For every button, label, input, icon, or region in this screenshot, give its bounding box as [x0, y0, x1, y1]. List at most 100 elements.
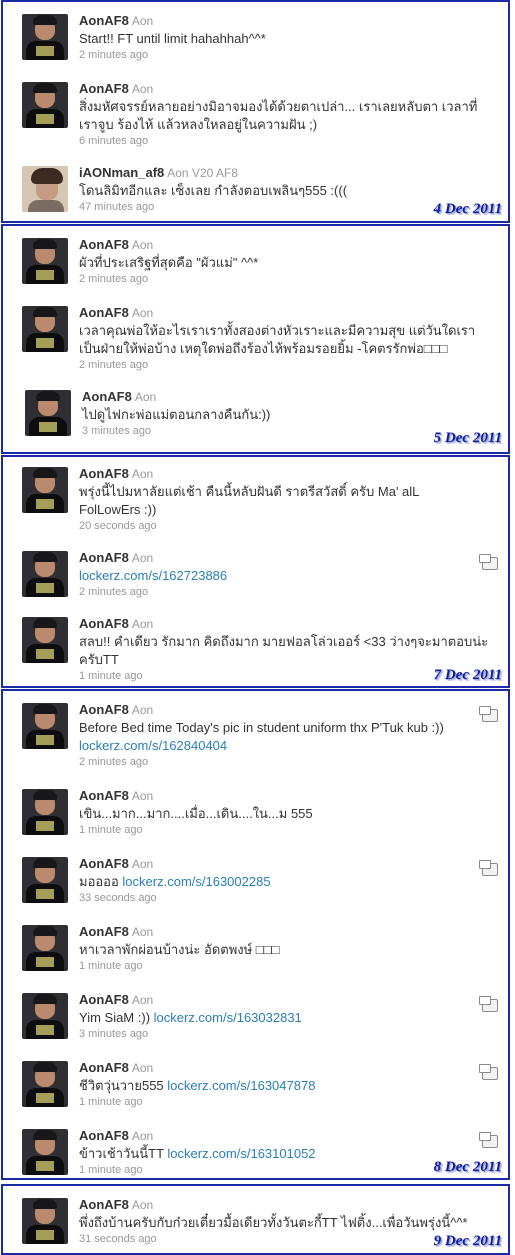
- tweet-item: AonAF8 Aon เวลาคุณพ่อให้อะไรเราเราทั้งสอง…: [22, 304, 502, 371]
- avatar[interactable]: [22, 166, 68, 212]
- timestamp-link[interactable]: 3 minutes ago: [79, 1028, 148, 1041]
- timestamp-link[interactable]: 6 minutes ago: [79, 135, 148, 148]
- day-panel-5dec: AonAF8 Aon ผัวที่ประเสริฐที่สุดคือ "ผัวแม…: [1, 224, 510, 454]
- tweet-item: AonAF8 Aon พรุ่งนี้ไปมหาลัยแต่เช้า คืนนี้…: [22, 465, 502, 532]
- date-label: 7 Dec 2011: [433, 667, 502, 683]
- timestamp-link[interactable]: 47 minutes ago: [79, 201, 154, 214]
- timestamp-link[interactable]: 2 minutes ago: [79, 586, 148, 599]
- username-link[interactable]: AonAF8: [79, 702, 129, 717]
- real-name: Aon: [131, 82, 154, 96]
- avatar[interactable]: [22, 617, 68, 663]
- photo-icon[interactable]: [479, 1132, 498, 1148]
- tweet-item: AonAF8 Aon หาเวลาพักผ่อนบ้างน่ะ อัดตพงษ์ …: [22, 923, 502, 983]
- tweet-item: AonAF8 Aon ชีวิตวุ่นวาย555 lockerz.com/s/…: [22, 1059, 502, 1119]
- username-link[interactable]: AonAF8: [79, 81, 129, 96]
- avatar[interactable]: [22, 82, 68, 128]
- username-link[interactable]: AonAF8: [82, 389, 132, 404]
- tweet-item: AonAF8 Aon Before Bed time Today's pic in…: [22, 701, 502, 768]
- tweet-text: โดนลิมิทอีกและ เซ็งเลย กำลังตอบเพลินๆ555…: [79, 183, 348, 198]
- avatar[interactable]: [22, 993, 68, 1039]
- timestamp-link[interactable]: 33 seconds ago: [79, 892, 157, 905]
- username-link[interactable]: AonAF8: [79, 237, 129, 252]
- tweet-text: พึ่งถึงบ้านครับกับก๋วยเตี๋ยวมื้อเดียวทั้…: [79, 1215, 468, 1230]
- photo-icon[interactable]: [479, 860, 498, 876]
- timestamp-link[interactable]: 2 minutes ago: [79, 273, 148, 286]
- tweet-link[interactable]: lockerz.com/s/163002285: [122, 874, 270, 889]
- tweet-link[interactable]: lockerz.com/s/163032831: [154, 1010, 302, 1025]
- avatar[interactable]: [22, 789, 68, 835]
- avatar[interactable]: [22, 306, 68, 352]
- real-name: Aon: [131, 617, 154, 631]
- timestamp-link[interactable]: 2 minutes ago: [79, 359, 148, 372]
- avatar[interactable]: [22, 1129, 68, 1175]
- real-name: Aon: [134, 390, 157, 404]
- tweet-text: Start!! FT until limit hahahhah^^*: [79, 31, 266, 46]
- real-name: Aon: [131, 551, 154, 565]
- tweet-text: เวลาคุณพ่อให้อะไรเราเราทั้งสองต่างหัวเรา…: [79, 323, 476, 356]
- timestamp-link[interactable]: 2 minutes ago: [79, 756, 148, 769]
- real-name: Aon: [131, 993, 154, 1007]
- avatar[interactable]: [25, 390, 71, 436]
- photo-icon[interactable]: [479, 554, 498, 570]
- photo-icon[interactable]: [479, 996, 498, 1012]
- day-panel-7dec: AonAF8 Aon พรุ่งนี้ไปมหาลัยแต่เช้า คืนนี้…: [1, 455, 510, 688]
- avatar[interactable]: [22, 551, 68, 597]
- username-link[interactable]: AonAF8: [79, 1197, 129, 1212]
- avatar[interactable]: [22, 14, 68, 60]
- photo-icon[interactable]: [479, 1064, 498, 1080]
- username-link[interactable]: AonAF8: [79, 856, 129, 871]
- tweet-item: AonAF8 Aon พึ่งถึงบ้านครับกับก๋วยเตี๋ยวมื…: [22, 1196, 502, 1253]
- tweet-item: AonAF8 Aon เขิน...มาก...มาก....เมื่อ...เด…: [22, 787, 502, 847]
- username-link[interactable]: AonAF8: [79, 1060, 129, 1075]
- tweet-text: ไปดูไฟกะพ่อแม่ตอนกลางคืนกัน:)): [82, 407, 271, 422]
- tweet-text: ชีวิตวุ่นวาย555 lockerz.com/s/163047878: [79, 1078, 316, 1093]
- date-label: 5 Dec 2011: [433, 430, 502, 446]
- timestamp-link[interactable]: 20 seconds ago: [79, 520, 157, 533]
- timestamp-link[interactable]: 3 minutes ago: [82, 425, 151, 438]
- username-link[interactable]: AonAF8: [79, 13, 129, 28]
- tweet-item: AonAF8 Aon ข้าวเช้าวันนี้TT lockerz.com/s…: [22, 1127, 502, 1178]
- tweet-text: เขิน...มาก...มาก....เมื่อ...เดิน....ใน..…: [79, 806, 313, 821]
- avatar[interactable]: [22, 238, 68, 284]
- real-name: Aon: [131, 789, 154, 803]
- tweet-item: AonAF8 Aon lockerz.com/s/162723886 2 minu…: [22, 549, 502, 609]
- username-link[interactable]: AonAF8: [79, 305, 129, 320]
- timestamp-link[interactable]: 31 seconds ago: [79, 1233, 157, 1246]
- day-panel-4dec: AonAF8 Aon Start!! FT until limit hahahha…: [1, 0, 510, 223]
- timestamp-link[interactable]: 1 minute ago: [79, 1096, 143, 1109]
- tweet-link[interactable]: lockerz.com/s/162723886: [79, 568, 227, 583]
- username-link[interactable]: AonAF8: [79, 924, 129, 939]
- real-name: Aon: [131, 14, 154, 28]
- avatar[interactable]: [22, 925, 68, 971]
- avatar[interactable]: [22, 857, 68, 903]
- avatar[interactable]: [22, 467, 68, 513]
- avatar[interactable]: [22, 1061, 68, 1107]
- tweet-link[interactable]: lockerz.com/s/163047878: [167, 1078, 315, 1093]
- tweet-item: AonAF8 Aon ผัวที่ประเสริฐที่สุดคือ "ผัวแม…: [22, 236, 502, 296]
- tweet-link[interactable]: lockerz.com/s/163101052: [167, 1146, 315, 1161]
- date-label: 4 Dec 2011: [433, 201, 502, 217]
- timestamp-link[interactable]: 2 minutes ago: [79, 49, 148, 62]
- timestamp-link[interactable]: 1 minute ago: [79, 824, 143, 837]
- username-link[interactable]: AonAF8: [79, 616, 129, 631]
- timestamp-link[interactable]: 1 minute ago: [79, 670, 143, 683]
- timestamp-link[interactable]: 1 minute ago: [79, 1164, 143, 1177]
- timestamp-link[interactable]: 1 minute ago: [79, 960, 143, 973]
- real-name: Aon: [131, 857, 154, 871]
- tweet-text: หาเวลาพักผ่อนบ้างน่ะ อัดตพงษ์ □□□: [79, 942, 280, 957]
- tweet-text: Yim SiaM :)) lockerz.com/s/163032831: [79, 1010, 302, 1025]
- username-link[interactable]: AonAF8: [79, 466, 129, 481]
- username-link[interactable]: AonAF8: [79, 550, 129, 565]
- tweet-item: iAONman_af8 Aon V20 AF8 โดนลิมิทอีกและ เซ…: [22, 164, 502, 221]
- username-link[interactable]: AonAF8: [79, 788, 129, 803]
- real-name: Aon: [131, 467, 154, 481]
- tweet-text: สิ่งมหัศจรรย์หลายอย่างมิอาจมองได้ด้วยตาเ…: [79, 99, 478, 132]
- avatar[interactable]: [22, 1198, 68, 1244]
- tweet-link[interactable]: lockerz.com/s/162840404: [79, 738, 227, 753]
- username-link[interactable]: AonAF8: [79, 1128, 129, 1143]
- photo-icon[interactable]: [479, 706, 498, 722]
- avatar[interactable]: [22, 703, 68, 749]
- username-link[interactable]: AonAF8: [79, 992, 129, 1007]
- username-link[interactable]: iAONman_af8: [79, 165, 164, 180]
- tweet-item: AonAF8 Aon สลบ!! คำเดียว รักมาก คิดถึงมาก…: [22, 615, 502, 682]
